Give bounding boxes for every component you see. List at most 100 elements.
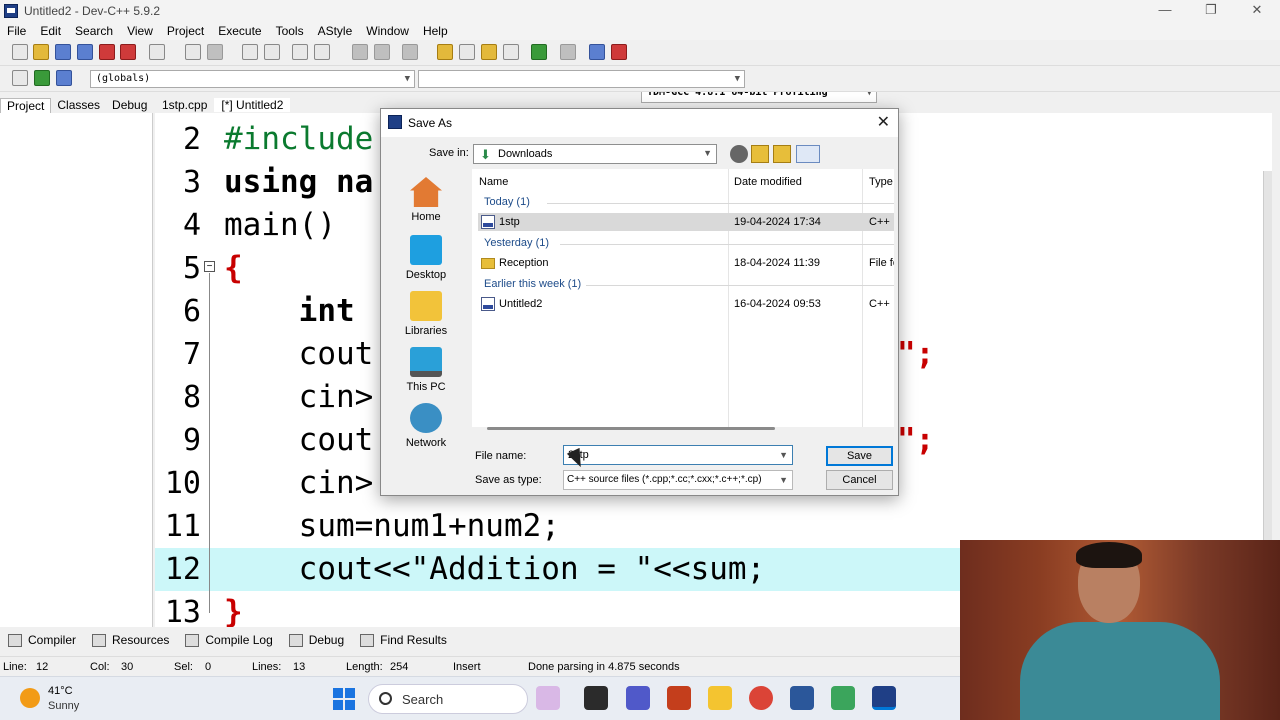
find-icon[interactable] (242, 44, 258, 60)
place-home[interactable]: Home (392, 177, 460, 223)
close-window-button[interactable]: ✕ (1234, 0, 1280, 22)
cancel-button[interactable]: Cancel (826, 470, 893, 490)
profile-icon[interactable] (589, 44, 605, 60)
code-text: { (224, 250, 243, 286)
debug-icon[interactable] (611, 44, 627, 60)
taskbar-search[interactable]: Search (368, 684, 528, 714)
view-menu-icon[interactable] (796, 145, 820, 163)
fold-toggle-icon[interactable]: − (204, 261, 215, 272)
close-all-icon[interactable] (120, 44, 136, 60)
column-type[interactable]: Type (869, 176, 893, 188)
file-list[interactable]: Name Date modified Type Today (1) 1stp 1… (472, 169, 894, 427)
save-all-icon[interactable] (77, 44, 93, 60)
close-file-icon[interactable] (99, 44, 115, 60)
tab-compile-log[interactable]: Compile Log (185, 633, 273, 647)
back-arrow-icon[interactable] (730, 145, 748, 163)
maximize-button[interactable]: ❐ (1188, 0, 1234, 22)
file-row-untitled2[interactable]: Untitled2 16-04-2024 09:53 C++ (478, 295, 894, 313)
add-to-project-icon[interactable] (34, 70, 50, 86)
tab-project[interactable]: Project (0, 97, 52, 113)
windows-start-icon[interactable] (333, 688, 355, 710)
close-icon[interactable]: ✕ (877, 112, 890, 132)
open-file-icon[interactable] (33, 44, 49, 60)
class-browser-icon[interactable] (56, 70, 72, 86)
file-row-reception[interactable]: Reception 18-04-2024 11:39 File fo (478, 254, 894, 272)
menu-execute[interactable]: Execute (211, 24, 268, 38)
rebuild-icon[interactable] (503, 44, 519, 60)
compile-run-icon[interactable] (481, 44, 497, 60)
tab-1stp-cpp[interactable]: 1stp.cpp (155, 98, 214, 112)
tab-compiler[interactable]: Compiler (8, 633, 76, 647)
word-icon[interactable] (790, 686, 814, 710)
stop-icon[interactable] (560, 44, 576, 60)
function-select[interactable]: ▼ (418, 70, 745, 88)
check-syntax-icon[interactable] (531, 44, 547, 60)
editor-scrollbar[interactable] (1263, 171, 1272, 551)
tab-untitled2[interactable]: [*] Untitled2 (214, 98, 291, 112)
group-yesterday[interactable]: Yesterday (1) (484, 237, 549, 249)
task-view-icon[interactable] (584, 686, 608, 710)
redo-icon[interactable] (207, 44, 223, 60)
menu-search[interactable]: Search (68, 24, 120, 38)
save-button[interactable]: Save (826, 446, 893, 466)
minimize-button[interactable]: — (1142, 0, 1188, 22)
file-explorer-icon[interactable] (708, 686, 732, 710)
scope-select[interactable]: (globals) ▼ (90, 70, 415, 88)
file-name-input[interactable]: 2stp ▼ (563, 445, 793, 465)
column-name[interactable]: Name (479, 176, 508, 188)
presenter-body (1020, 622, 1220, 720)
column-date[interactable]: Date modified (734, 176, 802, 188)
forward-icon[interactable] (374, 44, 390, 60)
tab-find-results[interactable]: Find Results (360, 633, 447, 647)
back-icon[interactable] (352, 44, 368, 60)
new-folder-icon[interactable] (773, 145, 791, 163)
replace-icon[interactable] (264, 44, 280, 60)
teams-icon[interactable] (626, 686, 650, 710)
tab-classes[interactable]: Classes (51, 98, 106, 112)
menu-tools[interactable]: Tools (269, 24, 311, 38)
powerpoint-icon[interactable] (667, 686, 691, 710)
sun-icon[interactable] (20, 688, 40, 708)
place-network[interactable]: Network (392, 403, 460, 449)
undo-icon[interactable] (185, 44, 201, 60)
meet-icon[interactable] (831, 686, 855, 710)
devcpp-taskbar-icon[interactable] (872, 686, 896, 710)
tab-debug[interactable]: Debug (106, 98, 153, 112)
group-earlier-this-week[interactable]: Earlier this week (1) (484, 278, 581, 290)
find-results-icon (360, 633, 375, 647)
file-row-1stp[interactable]: 1stp 19-04-2024 17:34 C++ (478, 213, 894, 231)
new-file-icon[interactable] (12, 44, 28, 60)
up-folder-icon[interactable] (751, 145, 769, 163)
line-number: 5 (182, 251, 201, 286)
save-type-select[interactable]: C++ source files (*.cpp;*.cc;*.cxx;*.c++… (563, 470, 793, 490)
menu-file[interactable]: File (0, 24, 33, 38)
chrome-icon[interactable] (749, 686, 773, 710)
tab-debug-bottom[interactable]: Debug (288, 633, 344, 647)
bookmark-icon[interactable] (402, 44, 418, 60)
menu-help[interactable]: Help (416, 24, 455, 38)
menu-view[interactable]: View (120, 24, 160, 38)
place-this-pc[interactable]: This PC (392, 347, 460, 393)
print-icon[interactable] (149, 44, 165, 60)
project-options-icon[interactable] (12, 70, 28, 86)
save-in-select[interactable]: ⬇ Downloads ▼ (473, 144, 717, 164)
menu-window[interactable]: Window (359, 24, 416, 38)
compile-icon[interactable] (437, 44, 453, 60)
tab-label: Compile Log (205, 633, 273, 647)
chevron-down-icon[interactable]: ▼ (779, 446, 788, 464)
menu-edit[interactable]: Edit (33, 24, 68, 38)
status-length: 254 (390, 660, 409, 673)
code-fragment: "; (897, 422, 935, 458)
tab-resources[interactable]: Resources (92, 633, 169, 647)
run-icon[interactable] (459, 44, 475, 60)
place-libraries[interactable]: Libraries (392, 291, 460, 337)
save-icon[interactable] (55, 44, 71, 60)
group-today[interactable]: Today (1) (484, 196, 530, 208)
unindent-icon[interactable] (314, 44, 330, 60)
menu-astyle[interactable]: AStyle (311, 24, 360, 38)
place-desktop[interactable]: Desktop (392, 235, 460, 281)
menu-project[interactable]: Project (160, 24, 211, 38)
file-list-scrollbar[interactable] (487, 427, 775, 430)
widgets-icon[interactable] (536, 686, 560, 710)
indent-icon[interactable] (292, 44, 308, 60)
